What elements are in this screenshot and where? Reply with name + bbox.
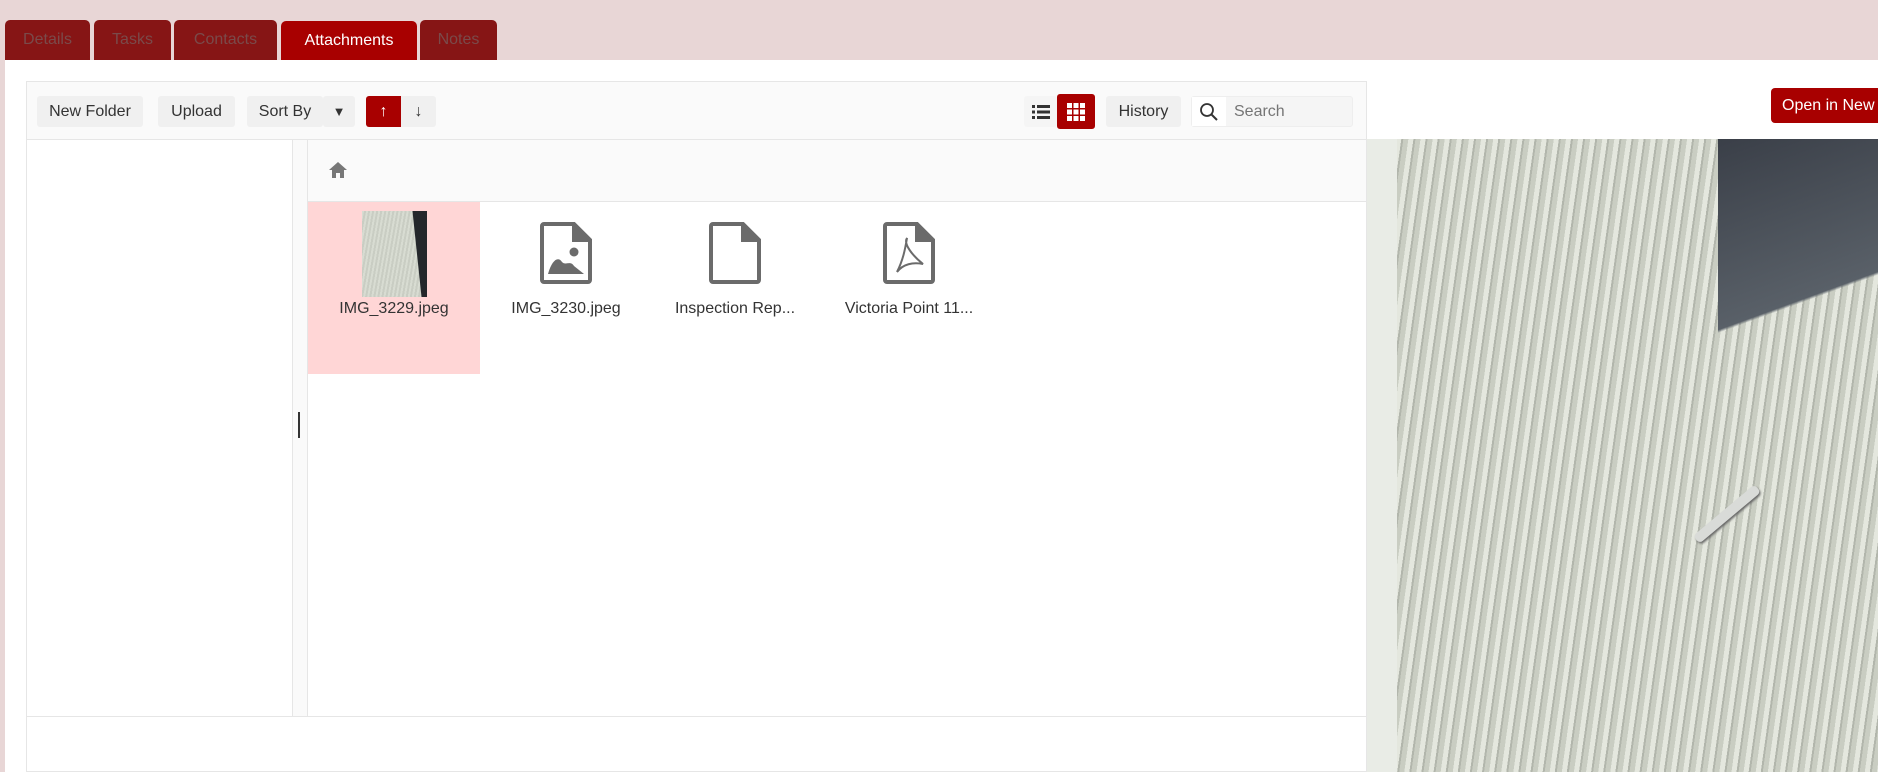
file-name: IMG_3230.jpeg [511,300,621,317]
sort-by-button[interactable]: Sort By [247,96,323,127]
file-manager: New Folder Upload Sort By ▼ ↑ ↓ History … [26,81,1367,772]
search-input[interactable] [1226,102,1346,121]
open-in-new-button[interactable]: Open in New [1771,88,1878,123]
image-file-icon [540,222,592,284]
pane-splitter[interactable] [293,140,308,716]
tab-details[interactable]: Details [5,20,90,60]
tab-notes[interactable]: Notes [420,20,497,60]
list-icon [1031,104,1050,119]
arrow-down-icon: ↓ [414,102,423,120]
folder-tree-pane [27,140,293,716]
arrow-up-icon: ↑ [379,102,388,120]
sort-ascending-button[interactable]: ↑ [366,96,401,127]
breadcrumb [308,140,1366,202]
file-icon [709,222,761,284]
splitter-handle[interactable] [298,412,300,438]
tab-attachments[interactable]: Attachments [281,21,417,61]
file-manager-toolbar: New Folder Upload Sort By ▼ ↑ ↓ History [27,82,1366,140]
new-folder-button[interactable]: New Folder [37,96,143,127]
grid-view-button[interactable] [1057,94,1095,129]
status-bar [27,716,1366,771]
file-tile[interactable]: IMG_3230.jpeg [480,202,652,374]
image-preview [1367,139,1878,772]
upload-button[interactable]: Upload [158,96,235,127]
sort-dropdown-button[interactable]: ▼ [323,96,355,127]
search-icon [1192,97,1226,126]
pdf-icon [883,222,935,284]
search-box[interactable] [1191,96,1353,127]
file-tile[interactable]: IMG_3229.jpeg [308,202,480,374]
file-name: Victoria Point 11... [844,300,974,317]
tab-contacts[interactable]: Contacts [174,20,277,60]
list-view-button[interactable] [1024,96,1057,127]
grid-icon [1067,102,1085,121]
file-name: IMG_3229.jpeg [339,300,449,317]
caret-down-icon: ▼ [332,104,346,119]
sort-descending-button[interactable]: ↓ [401,96,436,127]
home-icon[interactable] [328,161,348,179]
image-thumbnail [362,211,427,297]
file-name: Inspection Rep... [674,300,796,317]
file-tile[interactable]: Victoria Point 11... [823,202,995,374]
history-button[interactable]: History [1106,96,1181,127]
file-tile[interactable]: Inspection Rep... [649,202,821,374]
tab-tasks[interactable]: Tasks [94,20,171,60]
